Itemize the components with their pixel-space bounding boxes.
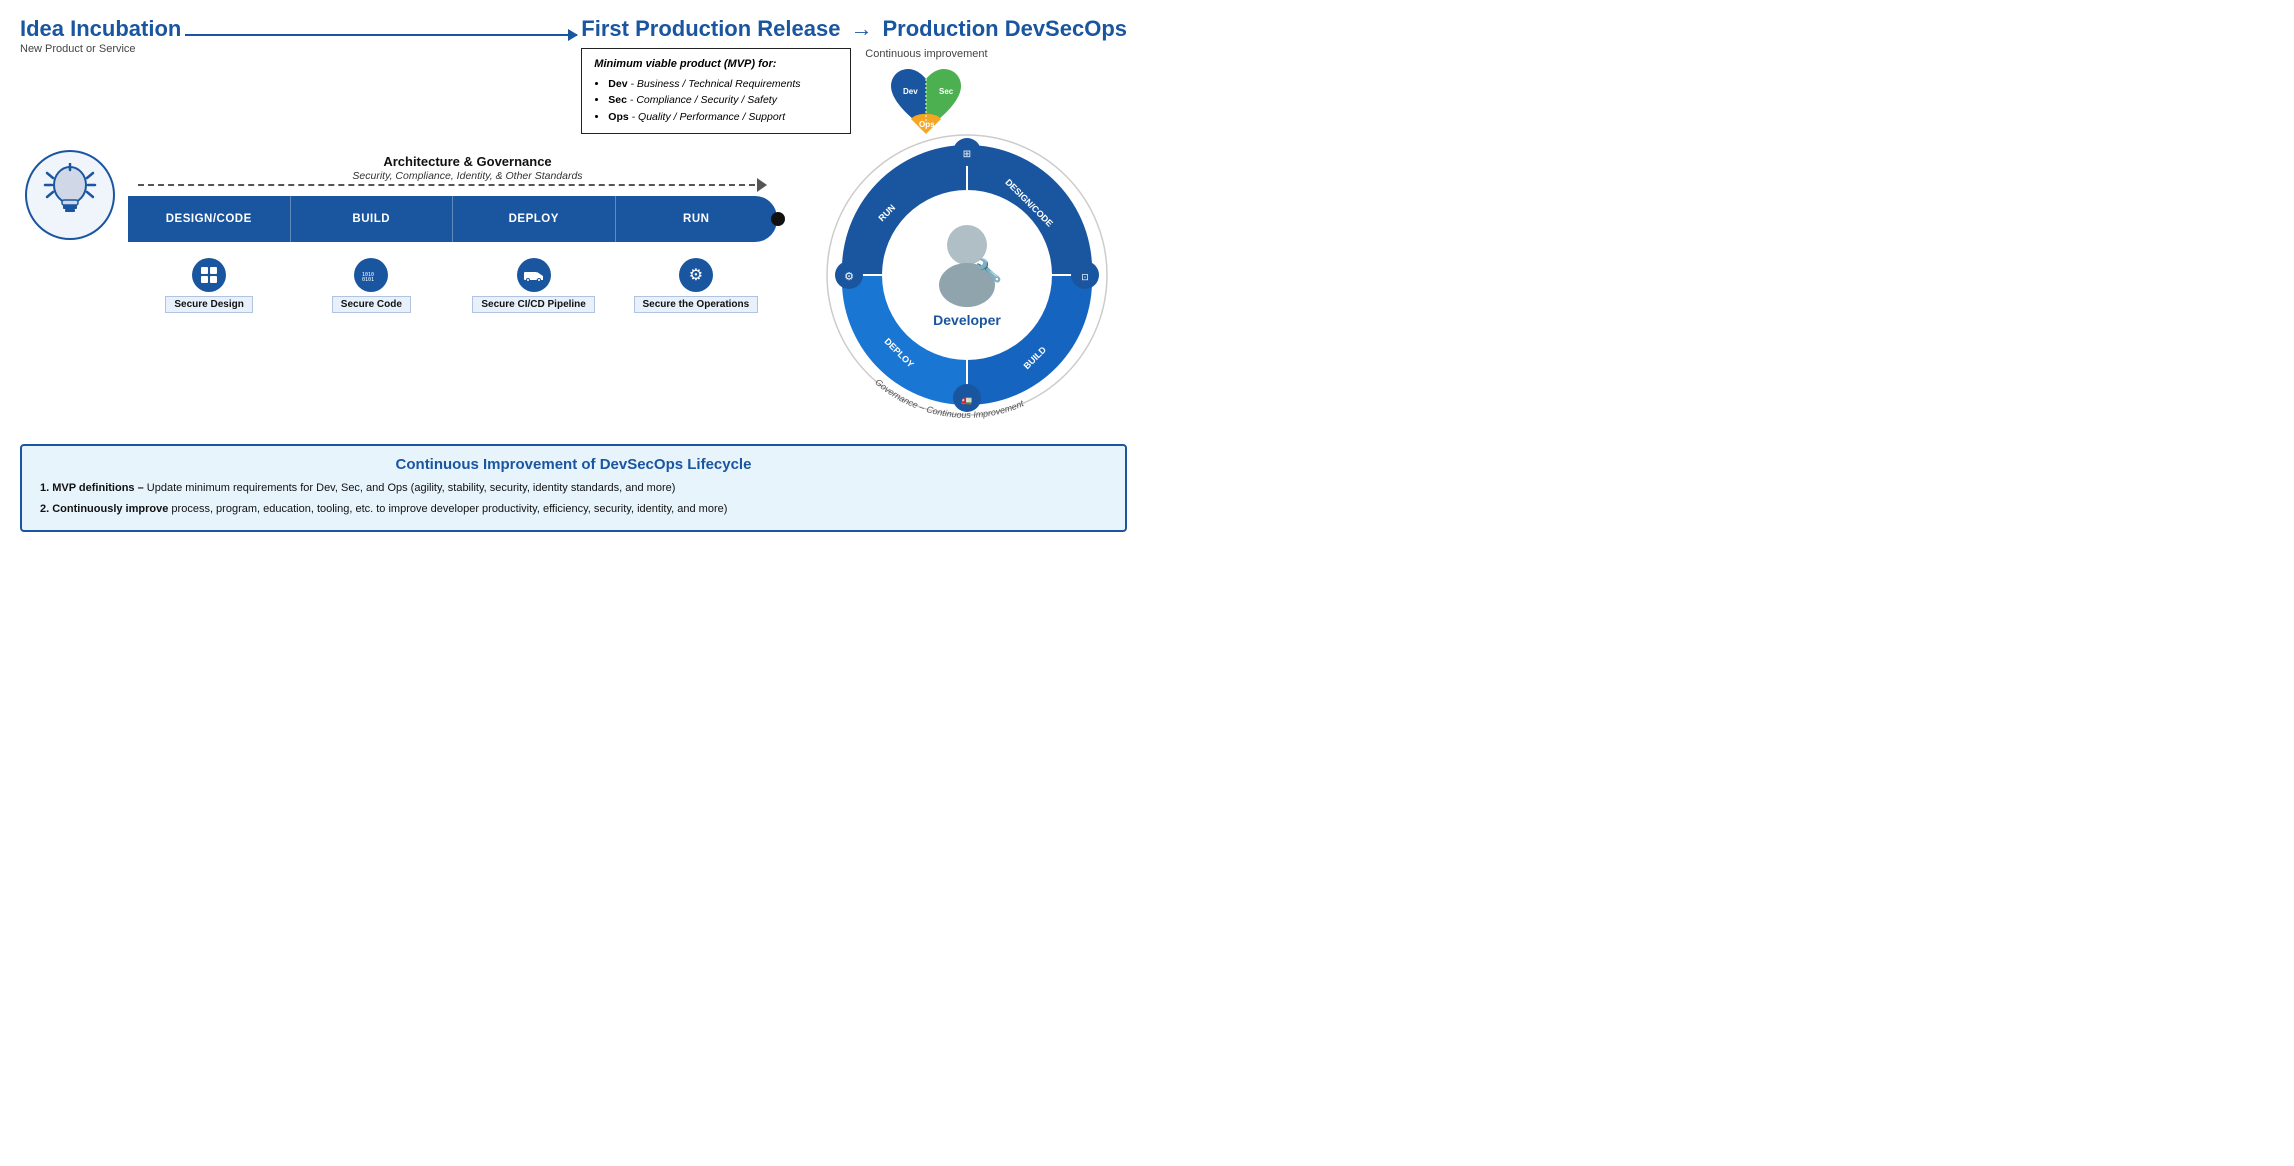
lightbulb-area (20, 150, 120, 240)
bottom-point-2-bold: 2. Continuously improve (40, 503, 168, 515)
bottom-point-1: 1. MVP definitions – Update minimum requ… (40, 479, 1107, 498)
arch-dashed-line (138, 184, 755, 186)
header-arrow-icon: → (850, 16, 872, 42)
svg-text:⊞: ⊞ (963, 149, 971, 160)
pipeline-stage-design: DESIGN/CODE (128, 196, 291, 242)
pipeline-area: Architecture & Governance Security, Comp… (120, 150, 807, 313)
arch-governance-title: Architecture & Governance (128, 154, 807, 169)
svg-text:🚛: 🚛 (961, 395, 972, 405)
lightbulb-circle (25, 150, 115, 240)
idea-incubation-block: Idea Incubation New Product or Service (20, 17, 181, 55)
continuous-improvement-label: Continuous improvement (865, 48, 987, 60)
bottom-section: Continuous Improvement of DevSecOps Life… (20, 444, 1127, 532)
circle-diagram-area: 🔧 Developer DESIGN/CODE BUILD DEPLOY RUN… (807, 120, 1127, 430)
svg-text:Developer: Developer (933, 312, 1001, 328)
bottom-point-2-text: process, program, education, tooling, et… (171, 503, 727, 515)
header-arrow (185, 34, 577, 36)
bottom-point-1-bold: 1. MVP definitions – (40, 482, 144, 494)
secure-ops-icon: ⚙ (679, 258, 713, 292)
idea-incubation-title: Idea Incubation (20, 17, 181, 41)
pipeline-stage-build: BUILD (291, 196, 454, 242)
mvp-item-dev: Dev - Business / Technical Requirements (608, 76, 838, 93)
pipeline-icon-cicd: Secure CI/CD Pipeline (453, 254, 615, 313)
svg-text:⚙: ⚙ (844, 271, 854, 283)
secure-ops-label: Secure the Operations (634, 296, 759, 313)
pipeline-icons-row: Secure Design 1010 0101 Secure Code (128, 254, 777, 313)
mvp-item-ops: Ops - Quality / Performance / Support (608, 109, 838, 126)
header-arrow-line (181, 34, 581, 36)
pipeline-stage-run: RUN (616, 196, 778, 242)
lightbulb-icon (43, 163, 98, 228)
svg-text:⊡: ⊡ (1081, 272, 1089, 282)
secure-design-icon (192, 258, 226, 292)
bottom-points: 1. MVP definitions – Update minimum requ… (40, 479, 1107, 518)
pipeline-icon-code: 1010 0101 Secure Code (290, 254, 452, 313)
secure-code-label: Secure Code (332, 296, 411, 313)
secure-design-label: Secure Design (165, 296, 252, 313)
pipeline-bar: DESIGN/CODE BUILD DEPLOY RUN (128, 196, 777, 242)
svg-text:🔧: 🔧 (975, 257, 1002, 283)
bottom-title: Continuous Improvement of DevSecOps Life… (40, 456, 1107, 473)
svg-text:Sec: Sec (939, 87, 954, 96)
devsecops-cycle-diagram: 🔧 Developer DESIGN/CODE BUILD DEPLOY RUN… (817, 120, 1117, 430)
main-container: Idea Incubation New Product or Service F… (0, 0, 1147, 583)
mvp-item-sec: Sec - Compliance / Security / Safety (608, 92, 838, 109)
first-production-title: First Production Release (581, 16, 840, 42)
secure-code-icon: 1010 0101 (354, 258, 388, 292)
pipeline-end-dot (771, 212, 785, 226)
secure-cicd-icon (517, 258, 551, 292)
arch-dashed-arrow (757, 178, 767, 192)
production-devsecops-title: Production DevSecOps (882, 16, 1127, 42)
idea-incubation-subtitle: New Product or Service (20, 43, 181, 55)
bottom-point-1-text: Update minimum requirements for Dev, Sec… (147, 482, 676, 494)
mvp-title: Minimum viable product (MVP) for: (594, 56, 838, 74)
pipeline-icon-design: Secure Design (128, 254, 290, 313)
bottom-point-2: 2. Continuously improve process, program… (40, 500, 1107, 519)
arch-dashed-line-row (128, 178, 807, 192)
middle-section: Architecture & Governance Security, Comp… (20, 150, 1127, 430)
gear-icon: ⚙ (689, 265, 703, 285)
svg-text:Dev: Dev (903, 87, 918, 96)
pipeline-stage-deploy: DEPLOY (453, 196, 616, 242)
svg-text:0101: 0101 (362, 277, 374, 282)
secure-cicd-label: Secure CI/CD Pipeline (472, 296, 594, 313)
pipeline-icon-ops: ⚙ Secure the Operations (615, 254, 777, 313)
